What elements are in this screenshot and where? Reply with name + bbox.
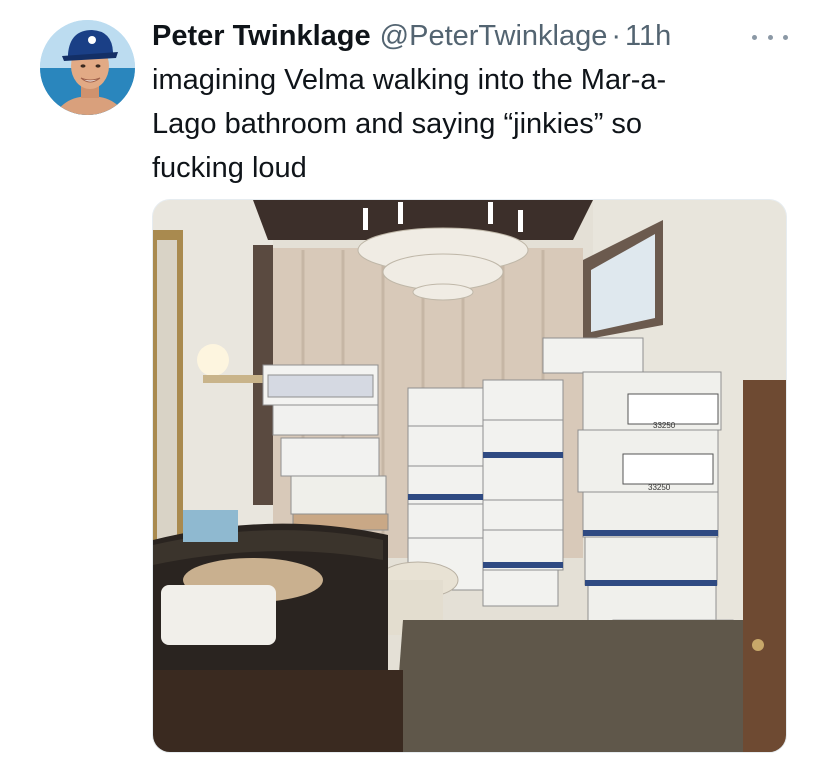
timestamp[interactable]: 11h [625, 16, 671, 56]
more-options-button[interactable] [752, 26, 788, 48]
user-avatar[interactable] [40, 20, 135, 115]
box-label: 33250 [653, 421, 676, 430]
tweet: Peter Twinklage @PeterTwinklage · 11h im… [0, 0, 828, 770]
box-label: 33250 [648, 483, 671, 492]
more-horizontal-icon [767, 34, 773, 40]
tweet-header: Peter Twinklage @PeterTwinklage · 11h [152, 16, 671, 56]
separator-dot: · [611, 20, 622, 52]
tweet-media[interactable]: 33250 33250 [152, 199, 787, 753]
tweet-text: imagining Velma walking into the Mar-a- … [152, 64, 667, 184]
more-horizontal-icon [752, 34, 757, 40]
more-horizontal-icon [783, 34, 788, 40]
author-handle[interactable]: @PeterTwinklage [380, 16, 608, 56]
bathroom-photo: 33250 33250 [153, 200, 786, 752]
user-avatar-photo [40, 20, 135, 115]
author-name[interactable]: Peter Twinklage [152, 16, 371, 56]
